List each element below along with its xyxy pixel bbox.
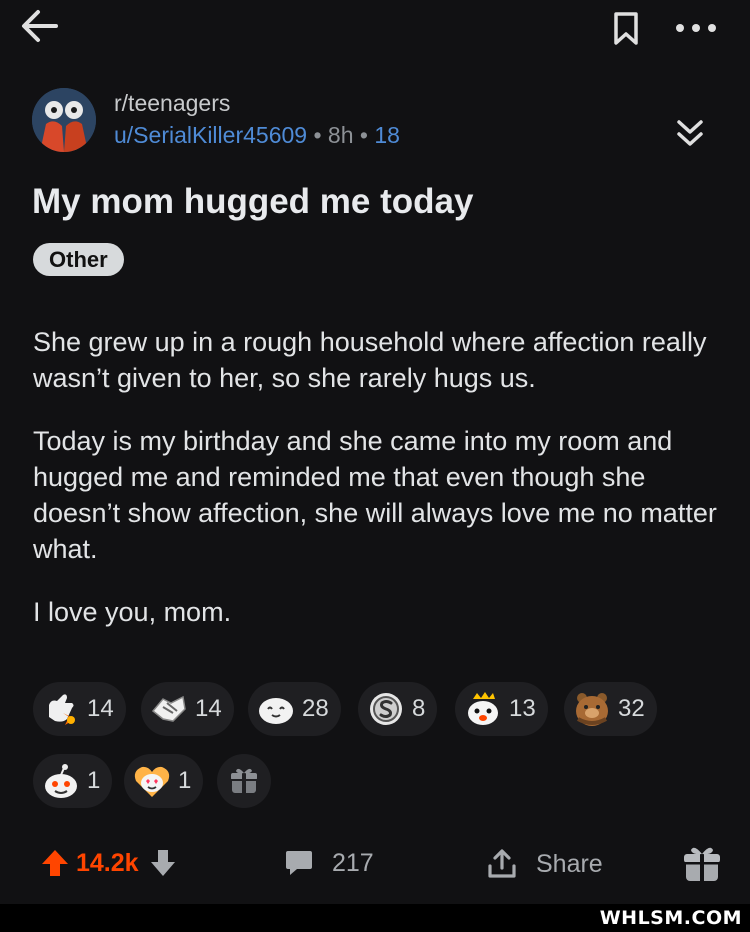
share-button[interactable]: Share	[486, 848, 603, 880]
bear-hug-icon	[576, 693, 608, 726]
award-handshake[interactable]: 14	[141, 682, 234, 736]
gift-icon	[684, 847, 720, 881]
top-bar	[0, 0, 750, 60]
award-bear-hug[interactable]: 32	[564, 682, 657, 736]
meta-separator: •	[313, 122, 322, 148]
award-count: 1	[178, 767, 192, 794]
vote-score: 14.2k	[76, 848, 139, 877]
post-actions-bar: 14.2k 217 Share	[0, 840, 750, 890]
vote-controls: 14.2k	[40, 848, 177, 878]
collapse-button[interactable]	[672, 116, 708, 152]
share-icon	[488, 849, 516, 878]
upvote-arrow-icon[interactable]	[40, 848, 70, 878]
comment-bubble-icon	[286, 851, 312, 875]
crowned-snoo-icon	[468, 692, 498, 725]
body-paragraph: I love you, mom.	[33, 597, 232, 627]
gift-icon	[231, 768, 257, 793]
award-silver[interactable]: 8	[358, 682, 438, 736]
bookmark-icon	[614, 12, 638, 45]
post-header: r/teenagers u/SerialKiller45609 • 8h • 1…	[32, 88, 722, 152]
more-options-button[interactable]	[672, 10, 720, 46]
award-wholesome-seal[interactable]: 14	[33, 682, 126, 736]
back-arrow-icon	[22, 10, 58, 42]
post-body: She grew up in a rough household where a…	[33, 324, 723, 630]
award-count: 13	[509, 695, 536, 722]
downvote-arrow-icon[interactable]	[149, 848, 177, 878]
award-count: 32	[618, 695, 645, 722]
save-button[interactable]	[608, 10, 644, 46]
double-chevron-down-icon	[677, 120, 703, 146]
award-count: 14	[195, 695, 222, 722]
body-paragraph: Today is my birthday and she came into m…	[33, 426, 717, 564]
subreddit-name[interactable]: r/teenagers	[114, 90, 230, 117]
comments-button[interactable]: 217	[284, 848, 374, 878]
more-dots-icon	[676, 24, 716, 32]
award-count: 1	[87, 767, 101, 794]
award-snoo[interactable]: 1	[33, 754, 113, 808]
post-age: 8h	[327, 122, 354, 148]
subreddit-avatar-icon	[32, 88, 96, 152]
award-total[interactable]: 18	[374, 122, 400, 148]
meta-separator: •	[359, 122, 368, 148]
author-link[interactable]: u/SerialKiller45609	[114, 122, 307, 148]
award-count: 14	[87, 695, 114, 722]
body-paragraph: She grew up in a rough household where a…	[33, 327, 707, 393]
subreddit-avatar[interactable]	[32, 88, 96, 152]
post-meta: u/SerialKiller45609 • 8h • 18	[114, 122, 400, 149]
heart-eyes-icon	[134, 766, 170, 797]
comment-count: 217	[332, 848, 374, 877]
back-button[interactable]	[20, 8, 60, 44]
give-award-button[interactable]	[217, 754, 271, 808]
blush-face-icon	[259, 698, 293, 724]
wholesome-hand-icon	[49, 694, 75, 725]
silver-coin-icon	[370, 693, 402, 725]
watermark: WHLSM.COM	[599, 907, 742, 929]
snoo-face-icon	[45, 764, 77, 798]
post-title: My mom hugged me today	[32, 182, 474, 221]
award-blush[interactable]: 28	[248, 682, 341, 736]
award-count: 8	[412, 695, 426, 722]
award-heart-eyes[interactable]: 1	[124, 754, 204, 808]
award-post-button[interactable]	[682, 844, 722, 884]
share-label: Share	[536, 849, 603, 878]
award-crowned-snoo[interactable]: 13	[455, 682, 548, 736]
handshake-icon	[151, 695, 186, 722]
post-flair[interactable]: Other	[33, 243, 124, 276]
award-count: 28	[302, 695, 329, 722]
